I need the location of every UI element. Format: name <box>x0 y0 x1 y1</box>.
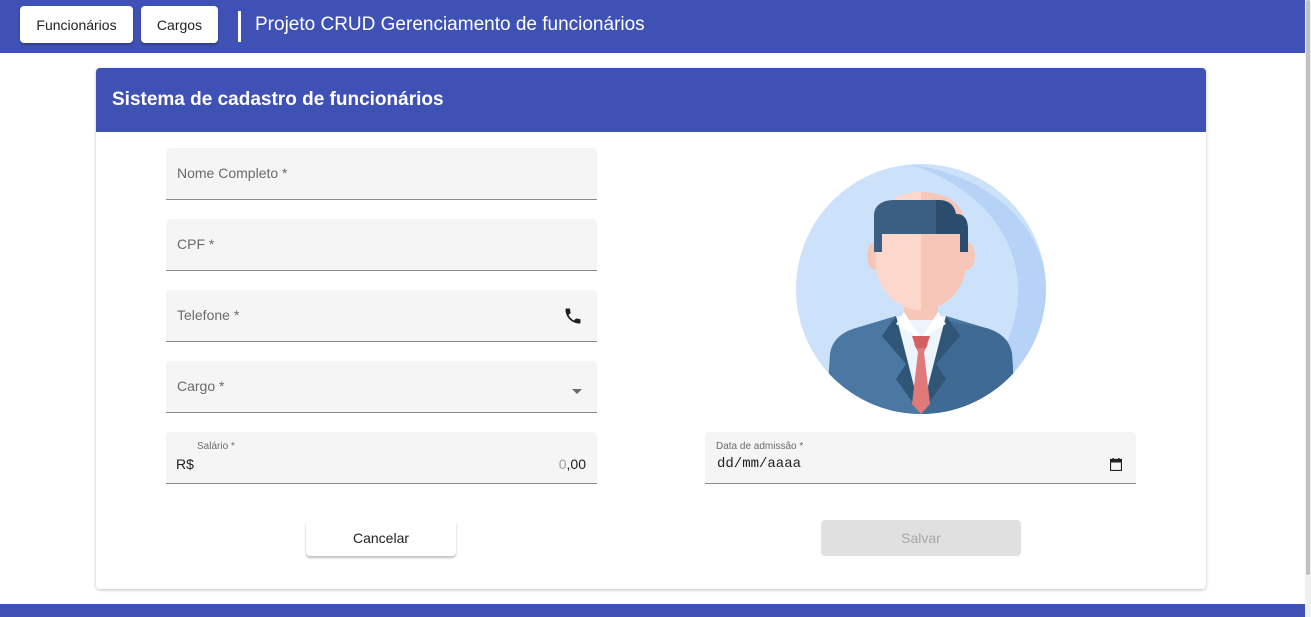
salary-value-decimals: ,00 <box>566 456 586 472</box>
role-select[interactable]: Cargo * <box>166 361 597 413</box>
employee-form-card: Sistema de cadastro de funcionários Nome… <box>96 68 1206 589</box>
admission-date-field[interactable]: Data de admissão * dd/mm/aaaa <box>705 432 1136 484</box>
full-name-field[interactable]: Nome Completo * <box>166 148 597 200</box>
top-navbar: Funcionários Cargos Projeto CRUD Gerenci… <box>0 0 1305 53</box>
footer-bar <box>0 604 1305 617</box>
phone-icon <box>563 306 583 331</box>
save-button[interactable]: Salvar <box>821 520 1021 556</box>
role-label: Cargo * <box>177 378 225 394</box>
arrow-drop-down-icon <box>571 383 583 401</box>
calendar-icon[interactable] <box>1109 458 1123 476</box>
navbar-divider <box>238 11 241 42</box>
card-title: Sistema de cadastro de funcionários <box>112 89 444 110</box>
phone-label: Telefone * <box>177 307 240 323</box>
salary-value-placeholder: 0 <box>558 456 567 472</box>
page-scrollbar[interactable] <box>1305 0 1311 617</box>
salary-field[interactable]: Salário * R$ 0,00 <box>166 432 597 484</box>
cancel-button[interactable]: Cancelar <box>306 520 456 556</box>
salary-prefix: R$ <box>176 456 194 472</box>
admission-date-label: Data de admissão * <box>716 441 804 452</box>
salary-value: 0,00 <box>559 456 586 472</box>
employee-avatar-illustration <box>796 164 1046 414</box>
cpf-field[interactable]: CPF * <box>166 219 597 271</box>
salary-label: Salário * <box>197 441 235 452</box>
app-title: Projeto CRUD Gerenciamento de funcionári… <box>255 14 645 35</box>
card-header: Sistema de cadastro de funcionários <box>96 68 1206 132</box>
employees-nav-button[interactable]: Funcionários <box>20 6 133 43</box>
phone-field[interactable]: Telefone * <box>166 290 597 342</box>
roles-nav-button[interactable]: Cargos <box>141 6 218 43</box>
scrollbar-thumb[interactable] <box>1306 0 1310 575</box>
full-name-label: Nome Completo * <box>177 165 288 181</box>
cpf-label: CPF * <box>177 236 215 252</box>
admission-date-value: dd/mm/aaaa <box>717 456 802 472</box>
